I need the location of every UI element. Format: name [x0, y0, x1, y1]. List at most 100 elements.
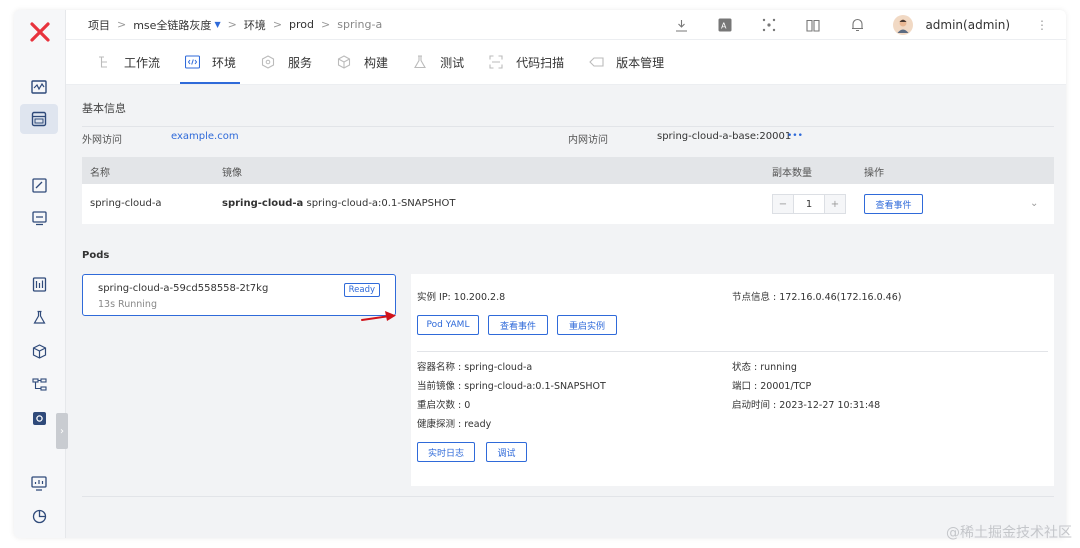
pod-status: 13s Running	[98, 299, 157, 310]
report-icon[interactable]	[28, 273, 50, 295]
col-name: 名称	[90, 168, 110, 179]
services-icon	[260, 54, 276, 70]
user-name[interactable]: admin(admin)	[925, 18, 1010, 32]
breadcrumb-project[interactable]: 项目	[88, 17, 110, 33]
scan-icon	[488, 54, 504, 70]
settings-icon[interactable]	[28, 407, 50, 429]
top-bar: 项目 > mse全链路灰度 ▼ > 环境 > prod > spring-a A	[66, 10, 1066, 40]
header-actions: A admin(admin) ⋮	[659, 10, 1066, 40]
breadcrumb-environment[interactable]: 环境	[244, 17, 266, 33]
container-state: 状态 : running	[732, 362, 797, 373]
breadcrumb-separator: >	[272, 18, 283, 31]
tab-environment[interactable]: 环境	[180, 40, 241, 84]
rail-expand-toggle[interactable]: ›	[56, 413, 68, 449]
instance-ip: 实例 IP: 10.200.2.8	[417, 292, 506, 303]
live-log-button[interactable]: 实时日志	[417, 442, 475, 462]
service-name: spring-cloud-a	[90, 198, 162, 209]
external-access-label: 外网访问	[82, 135, 122, 146]
pod-card[interactable]: spring-cloud-a-59cd558558-2t7kg 13s Runn…	[82, 274, 396, 316]
chevron-down-icon[interactable]: ⌄	[1030, 198, 1038, 209]
tab-version[interactable]: 版本管理	[588, 40, 664, 84]
ready-badge: Ready	[343, 283, 380, 297]
container-name: 容器名称 : spring-cloud-a	[417, 362, 533, 373]
watermark: @稀土掘金技术社区	[946, 525, 1072, 541]
pod-yaml-button[interactable]: Pod YAML	[417, 315, 479, 335]
cube-icon	[336, 54, 352, 70]
internal-access-value: spring-cloud-a-base:20001	[657, 131, 792, 142]
tab-label: 版本管理	[616, 55, 665, 70]
tab-code-scan[interactable]: 代码扫描	[488, 40, 564, 84]
restart-count: 重启次数 : 0	[417, 400, 471, 411]
health-check: 健康探测 : ready	[417, 419, 492, 430]
caret-down-icon[interactable]: ▼	[214, 20, 220, 29]
service-table: 名称 镜像 副本数量 操作 spring-cloud-a spring-clou…	[82, 157, 1054, 224]
tab-build[interactable]: 构建	[336, 40, 388, 84]
tab-services[interactable]: 服务	[260, 40, 312, 84]
breadcrumb-separator: >	[321, 18, 331, 31]
breadcrumb-project-name[interactable]: mse全链路灰度	[133, 17, 211, 33]
book-icon[interactable]	[805, 17, 821, 33]
tab-test[interactable]: 测试	[412, 40, 464, 84]
tab-label: 工作流	[124, 55, 161, 70]
tab-label: 构建	[364, 55, 389, 70]
tree-icon[interactable]	[28, 373, 50, 395]
tab-workflow[interactable]: 工作流	[96, 40, 160, 84]
translate-icon[interactable]: A	[717, 17, 733, 33]
release-icon[interactable]	[28, 207, 50, 229]
decrement-button[interactable]: −	[773, 195, 793, 213]
node-info: 节点信息 : 172.16.0.46(172.16.0.46)	[732, 292, 902, 303]
red-arrow-annotation	[361, 311, 396, 321]
avatar[interactable]	[893, 15, 914, 35]
divider	[82, 496, 1054, 497]
network-icon[interactable]	[761, 17, 777, 33]
col-image: 镜像	[222, 168, 242, 179]
table-row: spring-cloud-a spring-cloud-a spring-clo…	[82, 184, 1054, 224]
table-header: 名称 镜像 副本数量 操作	[82, 157, 1054, 184]
edit-doc-icon[interactable]	[28, 174, 50, 196]
bell-icon[interactable]	[849, 17, 865, 33]
tab-label: 代码扫描	[516, 55, 565, 70]
tag-icon	[588, 54, 604, 70]
internal-access-label: 内网访问	[568, 135, 608, 146]
download-icon[interactable]	[673, 17, 689, 33]
pod-events-button[interactable]: 查看事件	[488, 315, 548, 335]
replica-count-input[interactable]: 1	[793, 195, 825, 213]
flask-icon[interactable]	[28, 306, 50, 328]
more-vertical-icon[interactable]: ⋮	[1036, 18, 1048, 32]
breadcrumb-env-name[interactable]: prod	[289, 18, 314, 31]
workflow-icon	[96, 54, 112, 70]
image-name: spring-cloud-a	[222, 198, 304, 209]
monitor-icon[interactable]	[28, 76, 50, 98]
nav-tabs: 工作流 环境 服务 构建 测试 代码扫描 版本管理	[66, 40, 1066, 85]
breadcrumb: 项目 > mse全链路灰度 ▼ > 环境 > prod > spring-a	[66, 17, 382, 33]
pod-name: spring-cloud-a-59cd558558-2t7kg	[98, 283, 269, 294]
pie-chart-icon[interactable]	[28, 505, 50, 527]
tab-label: 测试	[440, 55, 465, 70]
main-content: 基本信息 外网访问 example.com 内网访问 spring-cloud-…	[82, 100, 1054, 486]
view-events-button[interactable]: 查看事件	[864, 194, 923, 214]
code-icon	[184, 54, 200, 70]
tab-label: 服务	[288, 55, 313, 70]
flask-icon	[412, 54, 428, 70]
svg-text:A: A	[721, 22, 727, 31]
replica-stepper: − 1 +	[772, 194, 846, 214]
section-title: 基本信息	[82, 102, 126, 115]
external-access-link[interactable]: example.com	[171, 131, 239, 142]
dashboard-icon[interactable]	[28, 472, 50, 494]
col-actions: 操作	[864, 168, 884, 179]
increment-button[interactable]: +	[825, 195, 845, 213]
package-icon[interactable]	[28, 340, 50, 362]
pod-detail-panel: 实例 IP: 10.200.2.8 节点信息 : 172.16.0.46(172…	[411, 274, 1054, 486]
app-window: › 项目 > mse全链路灰度 ▼ > 环境 > prod > spring-a…	[14, 10, 1066, 538]
breadcrumb-separator: >	[227, 18, 237, 31]
debug-button[interactable]: 调试	[486, 442, 527, 462]
pods-title: Pods	[82, 250, 110, 261]
restart-instance-button[interactable]: 重启实例	[557, 315, 617, 335]
project-icon[interactable]	[20, 104, 58, 134]
more-icon[interactable]: •••	[787, 131, 803, 141]
logo-icon[interactable]	[28, 20, 52, 44]
col-replicas: 副本数量	[772, 168, 812, 179]
current-image: 当前镜像 : spring-cloud-a:0.1-SNAPSHOT	[417, 381, 606, 392]
breadcrumb-service: spring-a	[337, 18, 383, 31]
image-tag: spring-cloud-a:0.1-SNAPSHOT	[306, 198, 456, 209]
